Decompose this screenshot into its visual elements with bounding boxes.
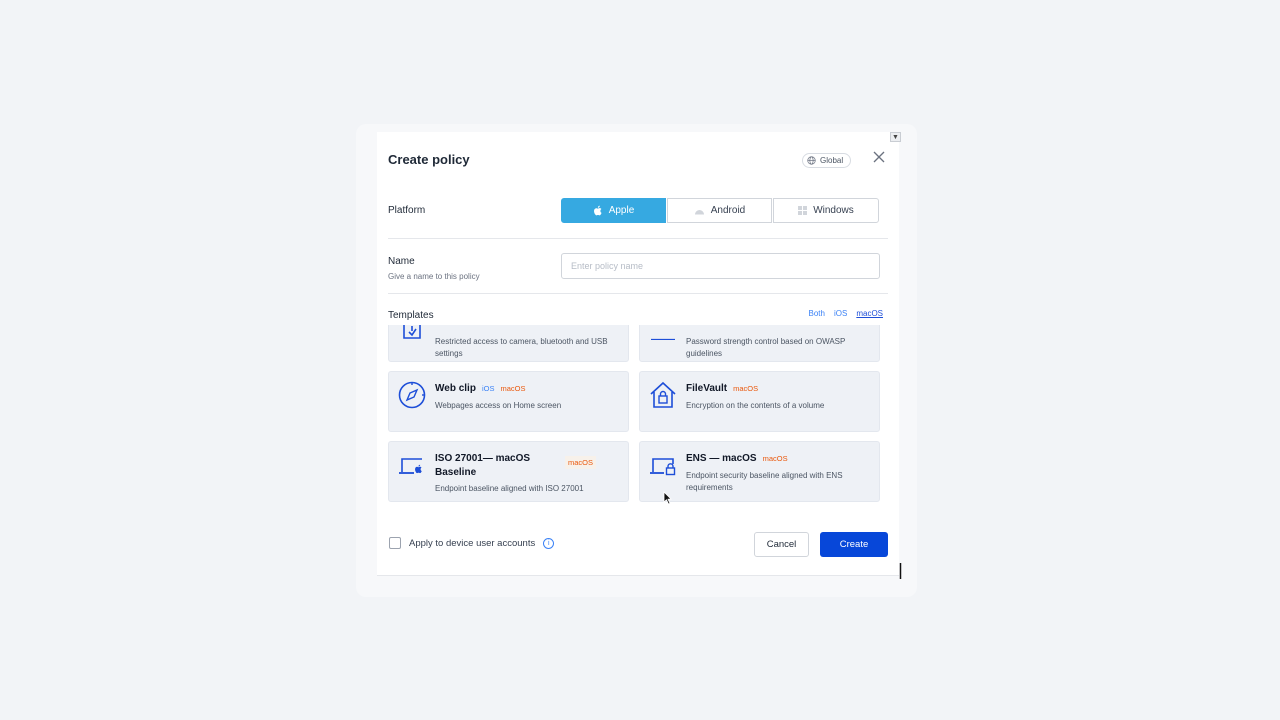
close-icon[interactable] — [872, 150, 886, 164]
platform-option-android[interactable]: Android — [667, 198, 772, 223]
tag-macos: macOS — [565, 456, 597, 469]
filter-both[interactable]: Both — [809, 309, 825, 318]
scope-badge[interactable]: Global — [802, 153, 852, 168]
tag-macos: macOS — [500, 384, 526, 393]
tag-ios: iOS — [481, 384, 495, 393]
template-card-web-clip[interactable]: Web clip iOS macOS Webpages access on Home… — [388, 371, 629, 432]
filter-macos[interactable]: macOS — [856, 309, 883, 318]
template-title-text: ENS — macOS — [686, 453, 757, 464]
template-filter: Both iOS macOS — [809, 309, 883, 318]
platform-option-label: Windows — [813, 205, 854, 216]
template-card-filevault[interactable]: FileVault macOS Encryption on the content… — [639, 371, 880, 432]
mouse-pointer-icon — [663, 491, 672, 505]
apple-icon — [593, 205, 602, 216]
windows-icon — [798, 206, 808, 215]
template-desc: Endpoint security baseline aligned with … — [686, 471, 843, 492]
dialog-title: Create policy — [388, 152, 470, 167]
template-title: ISO 27001— macOS Baseline — [435, 453, 531, 478]
platform-option-apple[interactable]: Apple — [561, 198, 666, 223]
tag-macos: macOS — [733, 384, 759, 393]
platform-label: Platform — [388, 205, 426, 216]
template-desc: Endpoint baseline aligned with ISO 27001 — [435, 484, 584, 493]
divider — [388, 238, 888, 239]
template-title: ENS — macOS macOS — [686, 452, 788, 466]
filter-ios[interactable]: iOS — [834, 309, 847, 318]
platform-option-label: Android — [710, 205, 746, 216]
scope-label: Global — [820, 156, 844, 165]
template-desc: Webpages access on Home screen — [435, 401, 562, 410]
policy-name-input[interactable] — [561, 253, 880, 279]
restriction-icon — [403, 325, 421, 339]
template-list[interactable]: Restricted access to camera, bluetooth a… — [388, 325, 883, 508]
info-icon[interactable]: i — [543, 537, 555, 549]
platform-option-label: Apple — [608, 205, 635, 216]
android-icon — [694, 209, 704, 214]
password-icon — [651, 338, 675, 340]
template-desc: Password strength control based on OWASP… — [686, 337, 846, 358]
name-hint: Give a name to this policy — [388, 272, 480, 281]
template-card-ens[interactable]: ENS — macOS macOS Endpoint security basel… — [639, 441, 880, 502]
house-lock-icon — [650, 381, 676, 408]
platform-option-windows[interactable]: Windows — [773, 198, 879, 223]
modal-backdrop-panel: Create policy Global Platform Apple Andr… — [356, 124, 917, 597]
template-card-iso27001[interactable]: ISO 27001— macOS Baseline macOS Endpoint… — [388, 441, 629, 502]
template-title-text: Web clip — [435, 383, 476, 394]
create-button[interactable]: Create — [820, 532, 888, 557]
laptop-apple-icon — [399, 458, 422, 474]
apply-label: Apply to device user accounts — [409, 537, 536, 549]
laptop-lock-icon — [650, 458, 676, 476]
compass-icon — [398, 381, 426, 409]
cancel-button[interactable]: Cancel — [754, 532, 809, 557]
apply-checkbox[interactable] — [389, 537, 401, 549]
apply-device-accounts: Apply to device user accounts i — [389, 537, 555, 549]
template-desc: Restricted access to camera, bluetooth a… — [435, 337, 608, 358]
template-title: Web clip iOS macOS — [435, 382, 525, 396]
template-title: FileVault macOS — [686, 382, 758, 396]
template-desc: Encryption on the contents of a volume — [686, 401, 825, 410]
platform-selector: Apple Android Windows — [561, 198, 879, 223]
template-card[interactable]: Password strength control based on OWASP… — [639, 325, 880, 362]
template-card[interactable]: Restricted access to camera, bluetooth a… — [388, 325, 629, 362]
text-cursor-icon — [899, 563, 902, 579]
templates-label: Templates — [388, 310, 434, 321]
divider — [388, 293, 888, 294]
scroll-up-arrow-icon[interactable]: ▼ — [890, 132, 901, 142]
create-policy-dialog: Create policy Global Platform Apple Andr… — [377, 132, 899, 576]
name-label: Name — [388, 256, 415, 267]
tag-macos: macOS — [762, 454, 788, 463]
template-title-text: FileVault — [686, 383, 728, 394]
globe-icon — [807, 156, 816, 165]
